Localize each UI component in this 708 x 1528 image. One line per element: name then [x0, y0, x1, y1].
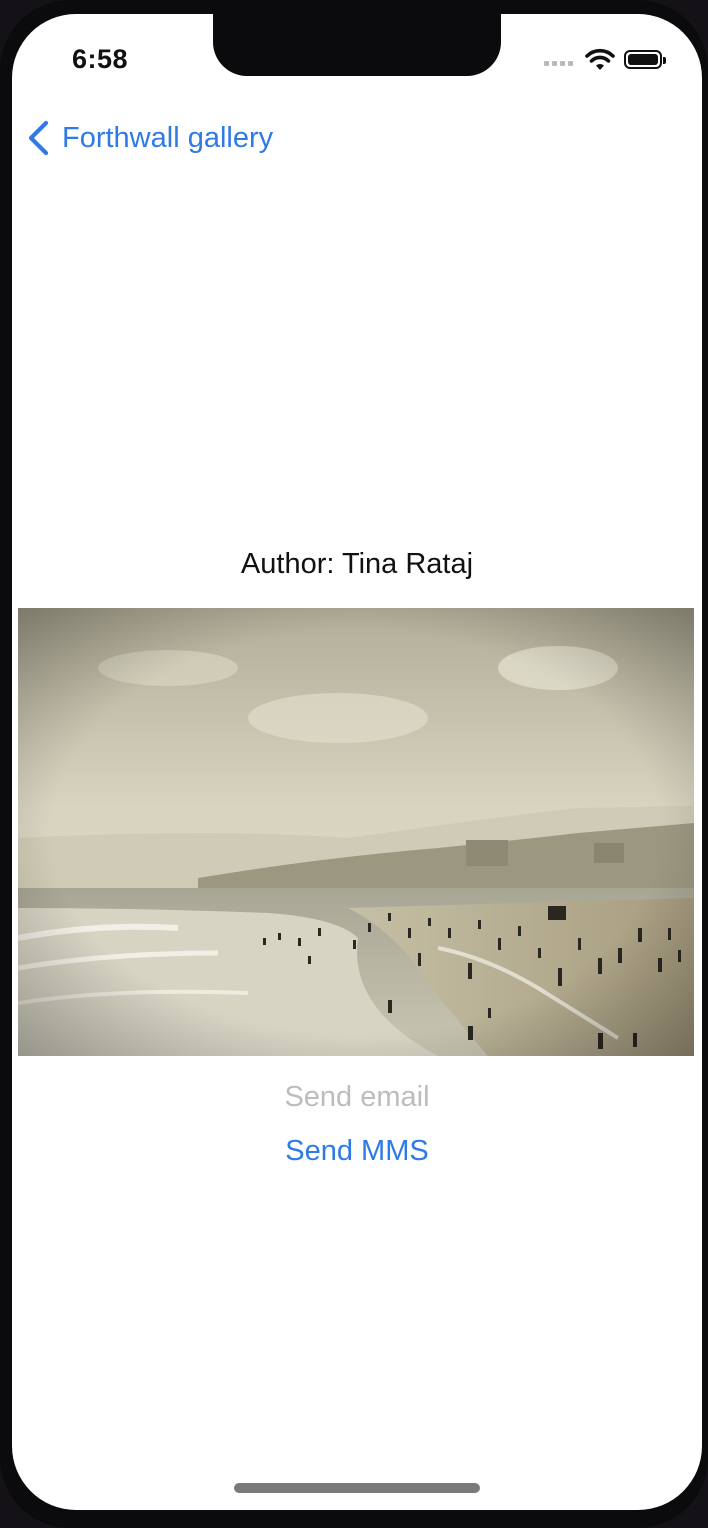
device-frame: 6:58 Forthwall gallery Author: Tina Rata… [0, 0, 708, 1528]
notch [213, 14, 501, 76]
gallery-photo [18, 608, 694, 1056]
back-button[interactable]: Forthwall gallery [26, 120, 273, 156]
send-email-button[interactable]: Send email [12, 1081, 702, 1114]
back-button-label: Forthwall gallery [62, 121, 274, 154]
home-indicator[interactable] [234, 1483, 480, 1493]
send-mms-button[interactable]: Send MMS [12, 1135, 702, 1168]
wifi-icon [585, 48, 615, 70]
chevron-left-icon [28, 120, 49, 156]
battery-icon [624, 50, 666, 69]
status-time: 6:58 [72, 44, 129, 74]
screen: 6:58 Forthwall gallery Author: Tina Rata… [12, 14, 702, 1510]
author-label: Author: Tina Rataj [240, 548, 474, 580]
cellular-signal-icon [544, 61, 573, 66]
